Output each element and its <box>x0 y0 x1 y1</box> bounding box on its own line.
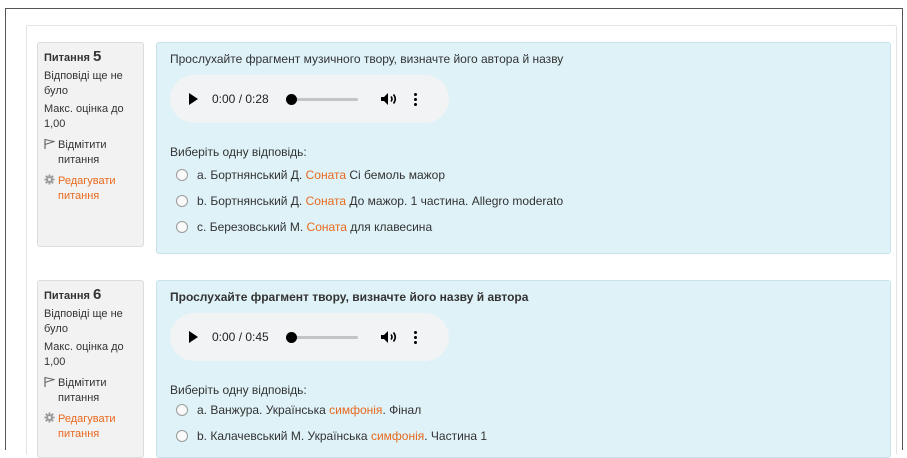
quiz-panel: Питання 5 Відповіді ще не було Макс. оці… <box>26 25 897 458</box>
answer-option[interactable]: b. Бортнянський Д. Соната До мажор. 1 ча… <box>170 193 876 209</box>
edit-question-link[interactable]: Редагувати питання <box>44 174 137 204</box>
edit-question-link[interactable]: Редагувати питання <box>44 412 137 442</box>
audio-time: 0:00 / 0:28 <box>212 92 269 106</box>
answer-prompt: Виберіть одну відповідь: <box>170 383 307 397</box>
question-info-6: Питання 6 Відповіді ще не було Макс. оці… <box>37 280 144 458</box>
flag-question-link[interactable]: Відмітити питання <box>44 138 137 168</box>
question-number-5: Питання 5 <box>44 48 102 65</box>
question-grade: Макс. оцінка до 1,00 <box>44 341 124 368</box>
play-icon[interactable] <box>189 93 198 105</box>
answer-radio[interactable] <box>176 221 188 233</box>
answer-option[interactable]: a. Бортнянський Д. Соната Сі бемоль мажо… <box>170 167 876 183</box>
question-text: Прослухайте фрагмент музичного твору, ви… <box>170 52 564 66</box>
question-info-5: Питання 5 Відповіді ще не було Макс. оці… <box>37 42 144 247</box>
answer-radio[interactable] <box>176 430 188 442</box>
gear-icon <box>44 174 55 185</box>
more-icon[interactable] <box>414 92 417 106</box>
answer-radio[interactable] <box>176 195 188 207</box>
answer-radio[interactable] <box>176 404 188 416</box>
flag-icon <box>44 376 55 388</box>
flag-label: Відмітити питання <box>58 377 107 404</box>
answer-radio[interactable] <box>176 169 188 181</box>
seek-knob[interactable] <box>286 93 297 105</box>
question-content-5: Прослухайте фрагмент музичного твору, ви… <box>156 42 891 254</box>
question-content-6: Прослухайте фрагмент твору, визначте йог… <box>156 280 891 458</box>
flag-question-link[interactable]: Відмітити питання <box>44 376 137 406</box>
play-icon[interactable] <box>189 331 198 343</box>
audio-player[interactable]: 0:00 / 0:28 <box>170 75 449 123</box>
question-number-6: Питання 6 <box>44 286 102 303</box>
question-text: Прослухайте фрагмент твору, визначте йог… <box>170 290 529 304</box>
window-frame: Питання 5 Відповіді ще не було Макс. оці… <box>5 8 903 458</box>
answer-option[interactable]: b. Калачевський М. Українська симфонія. … <box>170 428 876 444</box>
edit-label: Редагувати питання <box>58 175 116 202</box>
audio-time: 0:00 / 0:45 <box>212 330 269 344</box>
volume-icon[interactable] <box>380 92 398 106</box>
flag-label: Відмітити питання <box>58 139 107 166</box>
flag-icon <box>44 138 55 150</box>
gear-icon <box>44 412 55 423</box>
more-icon[interactable] <box>414 330 417 344</box>
audio-seek-slider[interactable] <box>286 93 358 105</box>
audio-player[interactable]: 0:00 / 0:45 <box>170 313 449 361</box>
question-grade: Макс. оцінка до 1,00 <box>44 103 124 130</box>
volume-icon[interactable] <box>380 330 398 344</box>
answer-prompt: Виберіть одну відповідь: <box>170 145 307 159</box>
answer-option[interactable]: c. Березовський М. Соната для клавесина <box>170 219 876 235</box>
question-status: Відповіді ще не було <box>44 70 123 97</box>
edit-label: Редагувати питання <box>58 413 116 440</box>
question-status: Відповіді ще не було <box>44 308 123 335</box>
answer-option[interactable]: a. Ванжура. Українська симфонія. Фінал <box>170 402 876 418</box>
seek-knob[interactable] <box>286 331 297 343</box>
audio-seek-slider[interactable] <box>286 331 358 343</box>
